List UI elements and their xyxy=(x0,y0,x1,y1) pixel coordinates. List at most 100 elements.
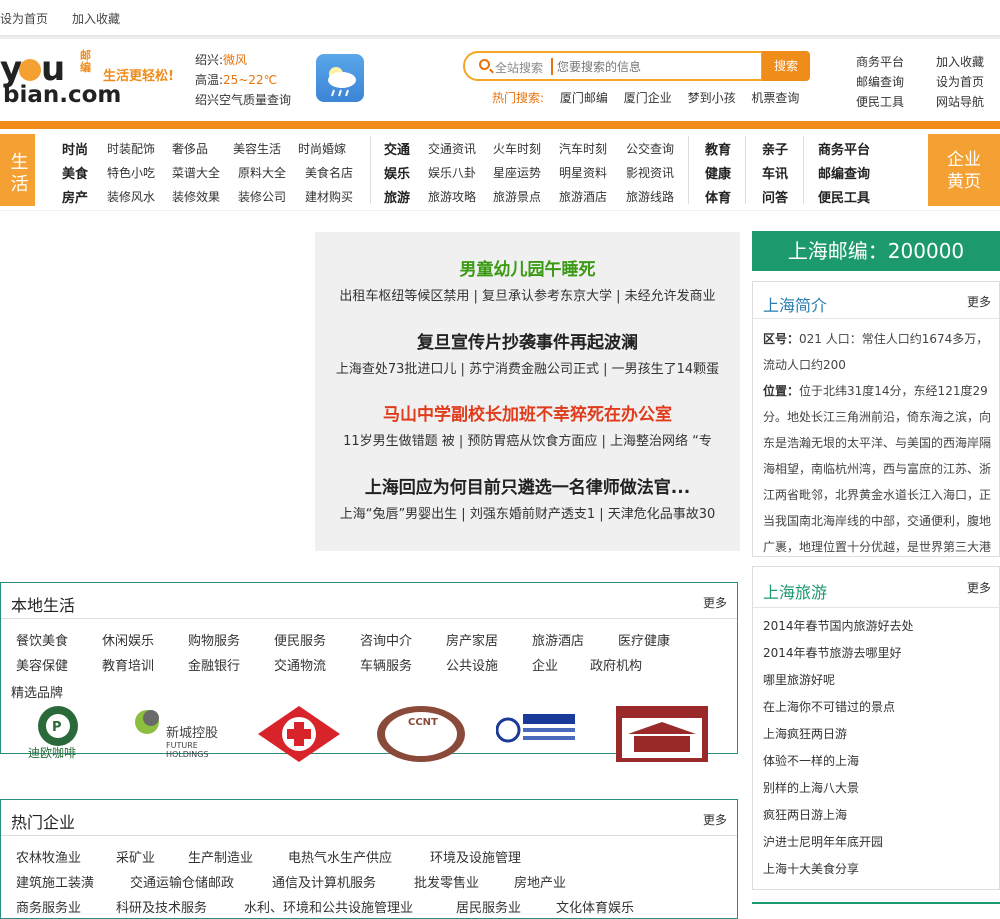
nav-cars[interactable]: 车讯 xyxy=(762,163,788,182)
nav-health[interactable]: 健康 xyxy=(705,163,731,182)
travel-item[interactable]: 哪里旅游好呢 xyxy=(763,671,835,688)
life-tab[interactable]: 生活 xyxy=(0,134,35,206)
site-nav-link[interactable]: 网站导航 xyxy=(936,92,984,112)
nav-parenting[interactable]: 亲子 xyxy=(762,139,788,158)
nav-link[interactable]: 影视资讯 xyxy=(626,164,674,181)
set-home-link-2[interactable]: 设为首页 xyxy=(936,72,984,92)
brand-future-holdings[interactable]: 新城控股 FUTURE HOLDINGS xyxy=(133,704,228,764)
brand-fudan-hospital[interactable] xyxy=(495,704,578,764)
brand-huashan-hospital[interactable] xyxy=(614,704,710,764)
news-headline[interactable]: 复旦宣传片抄袭事件再起波澜 xyxy=(315,328,740,353)
zipcode-link[interactable]: 邮编查询 xyxy=(856,72,904,92)
local-category[interactable]: 企业 xyxy=(532,655,558,674)
industry-link[interactable]: 文化体育娱乐 xyxy=(556,897,634,916)
more-link[interactable]: 更多 xyxy=(703,811,727,828)
air-quality-link[interactable]: 绍兴空气质量查询 xyxy=(195,90,291,110)
hot-item[interactable]: 厦门企业 xyxy=(624,91,672,105)
nav-qa[interactable]: 问答 xyxy=(762,187,788,206)
nav-education[interactable]: 教育 xyxy=(705,139,731,158)
industry-link[interactable]: 居民服务业 xyxy=(456,897,521,916)
nav-link[interactable]: 特色小吃 xyxy=(107,164,155,181)
industry-link[interactable]: 采矿业 xyxy=(116,847,155,866)
news-sub[interactable]: 上海“兔唇”男婴出生 | 刘强东婚前财产透支1 | 天津危化品事故30 xyxy=(315,503,740,522)
set-home-link[interactable]: 设为首页 xyxy=(0,10,48,27)
nav-business[interactable]: 商务平台 xyxy=(818,139,870,158)
travel-item[interactable]: 体验不一样的上海 xyxy=(763,752,859,769)
local-category[interactable]: 教育培训 xyxy=(102,655,154,674)
industry-link[interactable]: 电热气水生产供应 xyxy=(288,847,392,866)
local-category[interactable]: 政府机构 xyxy=(590,655,642,674)
more-link[interactable]: 更多 xyxy=(703,594,727,611)
brand-hospital-cross[interactable] xyxy=(254,704,344,764)
tools-link[interactable]: 便民工具 xyxy=(856,92,904,112)
nav-link[interactable]: 美食名店 xyxy=(305,164,353,181)
more-link[interactable]: 更多 xyxy=(967,293,991,310)
more-link[interactable]: 更多 xyxy=(967,579,991,596)
nav-link[interactable]: 装修公司 xyxy=(238,188,286,205)
industry-link[interactable]: 房地产业 xyxy=(514,872,566,891)
nav-link[interactable]: 旅游酒店 xyxy=(559,188,607,205)
nav-link[interactable]: 装修效果 xyxy=(172,188,220,205)
nav-link[interactable]: 美容生活 xyxy=(233,140,281,157)
industry-link[interactable]: 建筑施工装潢 xyxy=(16,872,94,891)
hot-item[interactable]: 机票查询 xyxy=(751,91,799,105)
nav-link[interactable]: 汽车时刻 xyxy=(559,140,607,157)
industry-link[interactable]: 环境及设施管理 xyxy=(430,847,521,866)
nav-link[interactable]: 公交查询 xyxy=(626,140,674,157)
industry-link[interactable]: 农林牧渔业 xyxy=(16,847,81,866)
travel-item[interactable]: 在上海你不可错过的景点 xyxy=(763,698,895,715)
nav-link[interactable]: 星座运势 xyxy=(493,164,541,181)
local-category[interactable]: 便民服务 xyxy=(274,630,326,649)
local-category[interactable]: 购物服务 xyxy=(188,630,240,649)
nav-link[interactable]: 明星资料 xyxy=(559,164,607,181)
nav-sports[interactable]: 体育 xyxy=(705,187,731,206)
yellow-pages-tab[interactable]: 企业 黄页 xyxy=(928,134,1000,206)
industry-link[interactable]: 商务服务业 xyxy=(16,897,81,916)
intro-title[interactable]: 上海简介 xyxy=(763,292,827,316)
local-category[interactable]: 医疗健康 xyxy=(618,630,670,649)
local-category[interactable]: 旅游酒店 xyxy=(532,630,584,649)
news-headline[interactable]: 上海回应为何目前只遴选一名律师做法官... xyxy=(315,473,740,498)
brand-dio-coffee[interactable]: P 迪欧咖啡 xyxy=(28,704,93,764)
nav-food[interactable]: 美食 xyxy=(62,163,88,182)
industry-link[interactable]: 通信及计算机服务 xyxy=(272,872,376,891)
nav-zipcode[interactable]: 邮编查询 xyxy=(818,163,870,182)
local-category[interactable]: 房产家居 xyxy=(446,630,498,649)
travel-item[interactable]: 上海疯狂两日游 xyxy=(763,725,847,742)
search-scope[interactable]: 全站搜索 xyxy=(495,59,543,76)
travel-item[interactable]: 2014年春节国内旅游好去处 xyxy=(763,617,914,634)
news-sub[interactable]: 出租车枢纽等候区禁用 | 复旦承认参考东京大学 | 未经允许发商业 xyxy=(315,285,740,304)
nav-link[interactable]: 时装配饰 xyxy=(107,140,155,157)
news-sub[interactable]: 11岁男生做错题 被 | 预防胃癌从饮食方面应 | 上海整治网络 “专 xyxy=(315,430,740,449)
nav-traffic[interactable]: 交通 xyxy=(384,139,410,158)
search-button[interactable]: 搜索 xyxy=(762,51,810,81)
local-category[interactable]: 休闲娱乐 xyxy=(102,630,154,649)
local-category[interactable]: 车辆服务 xyxy=(360,655,412,674)
travel-item[interactable]: 沪进士尼明年年底开园 xyxy=(763,833,883,850)
hot-item[interactable]: 梦到小孩 xyxy=(688,91,736,105)
industry-link[interactable]: 水利、环境和公共设施管理业 xyxy=(244,897,413,916)
bookmark-link[interactable]: 加入收藏 xyxy=(72,10,120,27)
local-category[interactable]: 金融银行 xyxy=(188,655,240,674)
nav-link[interactable]: 时尚婚嫁 xyxy=(298,140,346,157)
news-headline[interactable]: 马山中学副校长加班不幸猝死在办公室 xyxy=(315,400,740,425)
nav-link[interactable]: 火车时刻 xyxy=(493,140,541,157)
nav-link[interactable]: 奢侈品 xyxy=(172,140,208,157)
nav-house[interactable]: 房产 xyxy=(62,187,88,206)
nav-link[interactable]: 旅游攻略 xyxy=(428,188,476,205)
travel-title[interactable]: 上海旅游 xyxy=(763,579,827,603)
hotcorp-title[interactable]: 热门企业 xyxy=(11,809,75,833)
brand-ccnt[interactable]: CCNT xyxy=(375,704,467,764)
nav-link[interactable]: 原料大全 xyxy=(238,164,286,181)
bookmark-link-2[interactable]: 加入收藏 xyxy=(936,52,984,72)
nav-link[interactable]: 菜谱大全 xyxy=(172,164,220,181)
industry-link[interactable]: 批发零售业 xyxy=(414,872,479,891)
search-input[interactable] xyxy=(557,56,757,78)
nav-link[interactable]: 旅游景点 xyxy=(493,188,541,205)
nav-link[interactable]: 娱乐八卦 xyxy=(428,164,476,181)
local-category[interactable]: 交通物流 xyxy=(274,655,326,674)
industry-link[interactable]: 科研及技术服务 xyxy=(116,897,207,916)
hot-item[interactable]: 厦门邮编 xyxy=(560,91,608,105)
travel-item[interactable]: 2014年春节旅游去哪里好 xyxy=(763,644,902,661)
nav-link[interactable]: 建材购买 xyxy=(305,188,353,205)
